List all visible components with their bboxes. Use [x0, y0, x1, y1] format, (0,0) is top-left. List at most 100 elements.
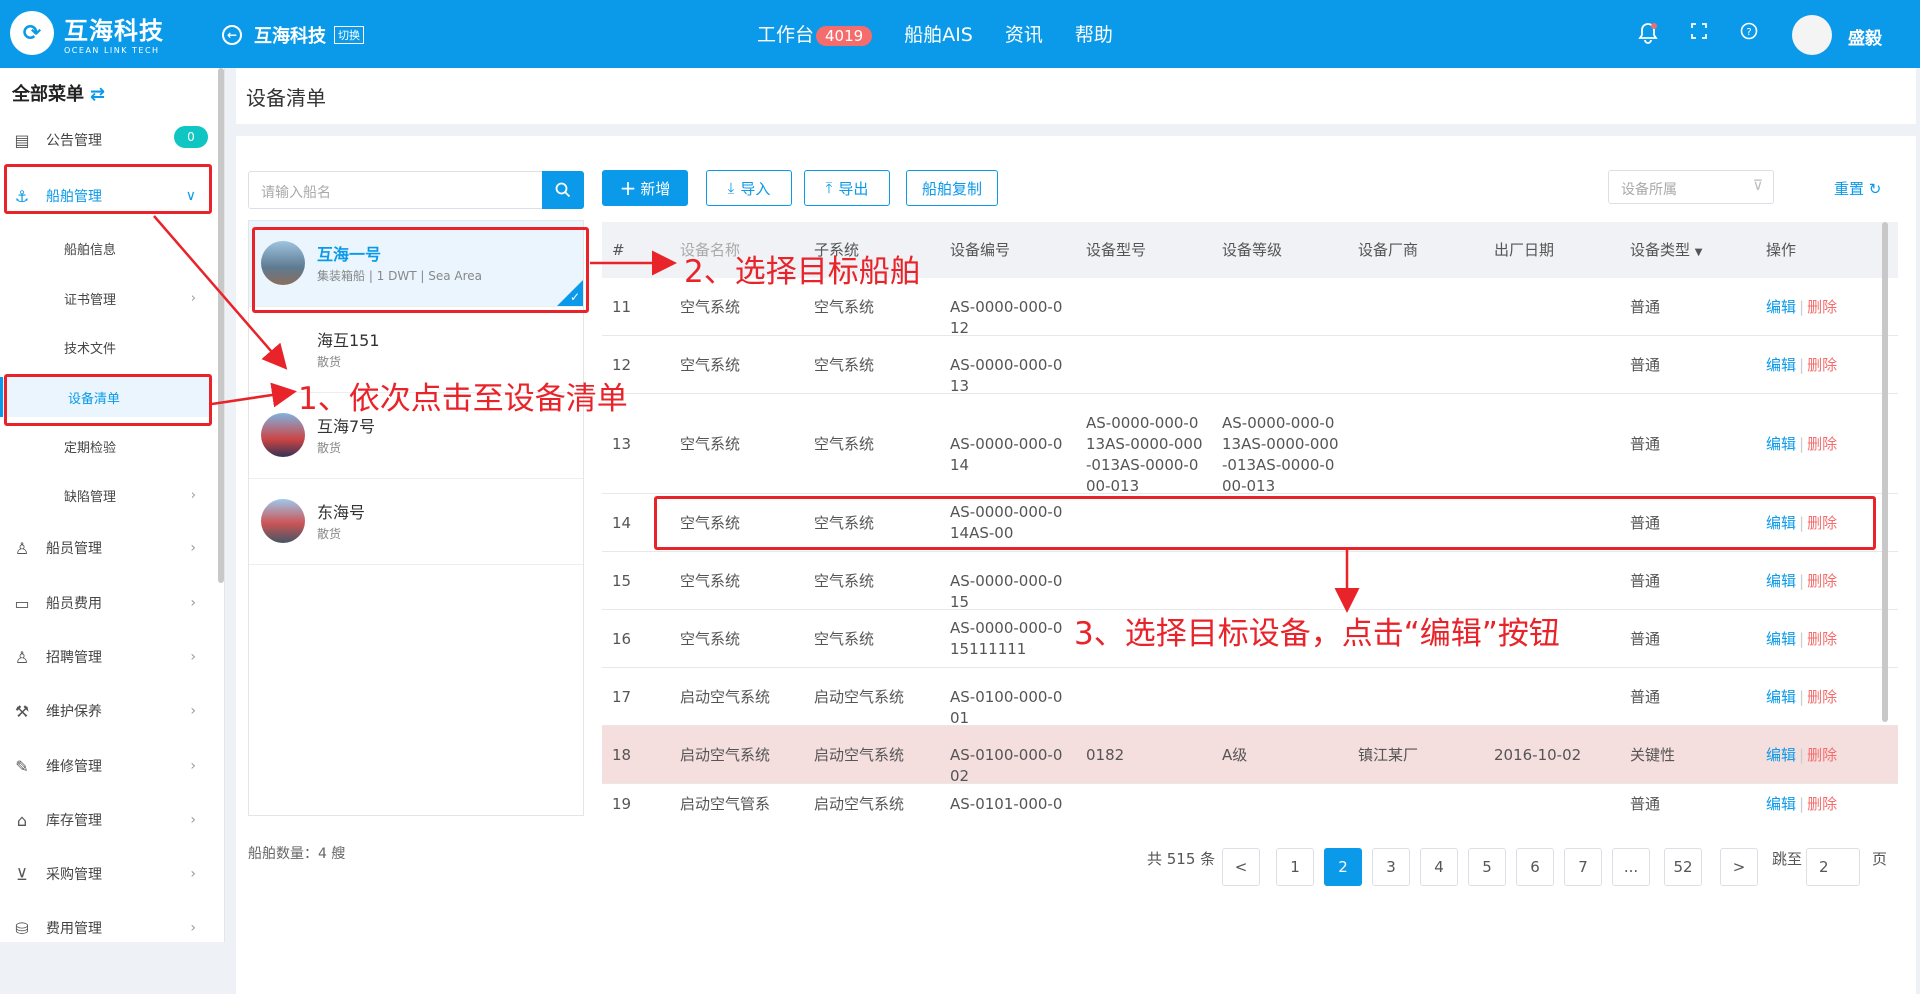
import-button[interactable]: ⤓ 导入 — [706, 170, 792, 206]
sidebar-item-label: 证书管理 — [64, 292, 117, 308]
user-name[interactable]: 盛毅 — [1848, 24, 1882, 49]
sidebar-item-inventory[interactable]: ⌂ 库存管理 › — [0, 800, 210, 840]
bell-icon[interactable] — [1638, 22, 1658, 49]
cell-grade: AS-0000-000-013AS-0000-000-013AS-0000-00… — [1222, 413, 1339, 495]
delete-link[interactable]: 删除 — [1807, 688, 1837, 706]
logo-subtitle: OCEAN LINK TECH — [64, 46, 160, 55]
delete-link[interactable]: 删除 — [1807, 795, 1837, 813]
cell-sub: 空气系统 — [814, 571, 875, 590]
cell-model: 0182 — [1086, 745, 1125, 764]
page-button[interactable]: 2 — [1324, 848, 1362, 886]
edit-link[interactable]: 编辑 — [1766, 795, 1796, 813]
delete-link[interactable]: 删除 — [1807, 356, 1837, 374]
delete-link[interactable]: 删除 — [1807, 572, 1837, 590]
edit-link[interactable]: 编辑 — [1766, 688, 1796, 706]
page-button[interactable]: ... — [1612, 848, 1650, 886]
cell-sub: 空气系统 — [814, 355, 875, 374]
page-button[interactable]: 1 — [1276, 848, 1314, 886]
edit-link[interactable]: 编辑 — [1766, 572, 1796, 590]
edit-link[interactable]: 编辑 — [1766, 435, 1796, 453]
swap-icon[interactable]: ⇄ — [90, 84, 105, 105]
export-button[interactable]: ⤒ 导出 — [804, 170, 890, 206]
page-button[interactable]: 7 — [1564, 848, 1602, 886]
sidebar-item-crew[interactable]: ♙ 船员管理 › — [0, 528, 210, 568]
table-scrollbar[interactable] — [1882, 222, 1888, 722]
user-icon: ♙ — [14, 538, 30, 558]
menu-title[interactable]: 全部菜单 ⇄ — [12, 80, 105, 106]
company-switcher[interactable]: ← 互海科技 切换 — [222, 22, 364, 48]
sidebar-item-crew-costs[interactable]: ▭ 船员费用 › — [0, 583, 210, 623]
col-date: 出厂日期 — [1494, 241, 1555, 259]
sidebar-item-ship-info[interactable]: 船舶信息 — [0, 228, 210, 268]
page-button[interactable]: 52 — [1664, 848, 1702, 886]
delete-link[interactable]: 删除 — [1807, 746, 1837, 764]
page-button[interactable]: 5 — [1468, 848, 1506, 886]
delete-link[interactable]: 删除 — [1807, 298, 1837, 316]
add-button[interactable]: + 新增 — [602, 170, 688, 206]
jump-input[interactable]: 2 — [1806, 848, 1860, 886]
row-actions: 编辑 | 删除 — [1766, 571, 1837, 592]
page-unit: 页 — [1872, 850, 1888, 868]
chevron-right-icon: › — [190, 703, 196, 719]
row-actions: 编辑 | 删除 — [1766, 629, 1837, 650]
logo[interactable]: ⟳ 互海科技 OCEAN LINK TECH — [10, 11, 164, 55]
page-button[interactable]: 3 — [1372, 848, 1410, 886]
owner-filter-select[interactable]: 设备所属 ⊽ — [1608, 170, 1774, 204]
chevron-right-icon: › — [190, 595, 196, 611]
annotation-box-ship-menu — [4, 164, 212, 214]
company-name: 互海科技 — [254, 26, 326, 47]
ship-item[interactable]: 东海号 散货 — [249, 479, 583, 565]
fullscreen-icon[interactable] — [1690, 22, 1708, 45]
sidebar-item-maintenance[interactable]: ⚒ 维护保养 › — [0, 691, 210, 731]
next-page-button[interactable]: > — [1720, 848, 1758, 886]
col-type[interactable]: 设备类型 ▼ — [1630, 240, 1703, 263]
search-button[interactable] — [542, 171, 584, 209]
delete-link[interactable]: 删除 — [1807, 435, 1837, 453]
edit-link[interactable]: 编辑 — [1766, 298, 1796, 316]
help-icon[interactable]: ? — [1740, 22, 1758, 45]
avatar[interactable] — [1792, 15, 1832, 55]
sidebar-item-tech-docs[interactable]: 技术文件 — [0, 327, 210, 367]
refresh-icon: ↻ — [1868, 180, 1882, 198]
ship-search-input[interactable]: 请输入船名 — [248, 171, 544, 209]
row-actions: 编辑 | 删除 — [1766, 434, 1837, 455]
wrench-icon: ✎ — [15, 756, 29, 776]
cell-name: 空气系统 — [680, 629, 741, 648]
sidebar-scrollbar[interactable] — [218, 68, 224, 583]
col-maker: 设备厂商 — [1358, 241, 1419, 259]
edit-link[interactable]: 编辑 — [1766, 356, 1796, 374]
nav-news[interactable]: 资讯 — [1005, 20, 1043, 47]
sidebar-item-label: 定期检验 — [64, 440, 117, 456]
nav-help[interactable]: 帮助 — [1075, 20, 1113, 47]
switch-company-button[interactable]: 切换 — [334, 26, 364, 44]
sidebar-item-expenses[interactable]: ⛁ 费用管理 › — [0, 908, 210, 948]
table-row[interactable]: 13 空气系统 空气系统 AS-0000-000-014 AS-0000-000-013… — [602, 394, 1898, 495]
nav-workbench[interactable]: 工作台 4019 — [757, 20, 873, 47]
sidebar-item-purchasing[interactable]: ⊻ 采购管理 › — [0, 854, 210, 894]
table-row[interactable]: 19启动空气管系启动空气系统AS-0101-000-00普通编辑|删除 — [602, 784, 1898, 817]
table-row[interactable]: 15 空气系统 空气系统 AS-0000-000-015 普通 编辑 | 删除 — [602, 552, 1898, 611]
cell-type: 普通 — [1630, 571, 1661, 590]
separator: | — [1799, 746, 1805, 764]
chevron-right-icon: › — [190, 649, 196, 665]
page-button[interactable]: 6 — [1516, 848, 1554, 886]
chevron-right-icon: › — [190, 920, 196, 936]
table-row[interactable]: 18 启动空气系统 启动空气系统 AS-0100-000-002 0182 A级 镇江某厂 2… — [602, 726, 1898, 785]
back-arrow-icon[interactable]: ← — [222, 25, 242, 45]
cell-code: AS-0000-000-014 — [950, 434, 1063, 474]
nav-ais[interactable]: 船舶AIS — [904, 20, 973, 47]
copy-ship-button[interactable]: 船舶复制 — [906, 170, 998, 206]
edit-link[interactable]: 编辑 — [1766, 630, 1796, 648]
table-row[interactable]: 12 空气系统 空气系统 AS-0000-000-013 普通 编辑 | 删除 — [602, 336, 1898, 395]
page-button[interactable]: 4 — [1420, 848, 1458, 886]
edit-link[interactable]: 编辑 — [1766, 746, 1796, 764]
reset-button[interactable]: 重置 ↻ — [1834, 178, 1881, 199]
sidebar-item-inspection[interactable]: 定期检验 — [0, 426, 210, 466]
table-row[interactable]: 17 启动空气系统 启动空气系统 AS-0100-000-001 普通 编辑 | 删除 — [602, 668, 1898, 727]
prev-page-button[interactable]: < — [1222, 848, 1260, 886]
delete-link[interactable]: 删除 — [1807, 630, 1837, 648]
sidebar-item-recruitment[interactable]: ♙ 招聘管理 › — [0, 637, 210, 677]
sidebar-item-repair[interactable]: ✎ 维修管理 › — [0, 746, 210, 786]
sidebar-item-defects[interactable]: 缺陷管理 › — [0, 475, 210, 515]
sidebar-item-certificates[interactable]: 证书管理 › — [0, 278, 210, 318]
